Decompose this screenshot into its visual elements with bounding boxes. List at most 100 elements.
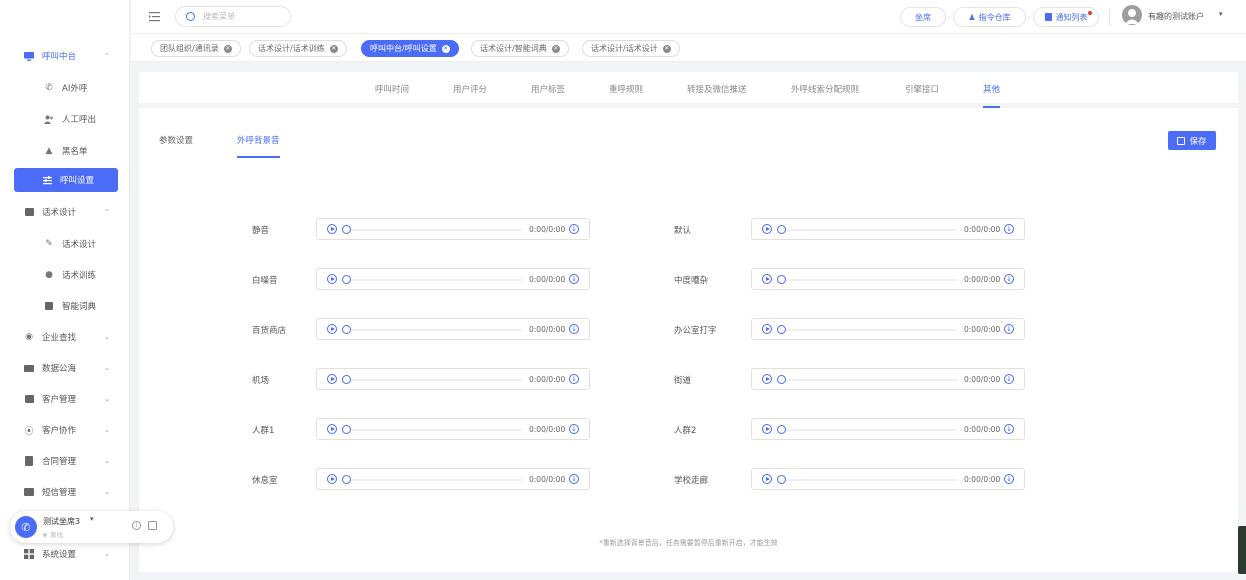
download-icon[interactable]: ↓ bbox=[569, 324, 579, 334]
sidebar-item-call-settings[interactable]: 呼叫设置 bbox=[14, 168, 118, 192]
progress-handle[interactable] bbox=[342, 475, 351, 484]
page-tab-script-training[interactable]: 话术设计/话术训练 ✕ bbox=[249, 40, 347, 57]
play-icon[interactable] bbox=[327, 424, 337, 434]
progress-track[interactable] bbox=[779, 479, 957, 481]
warning-icon: ▲ bbox=[45, 146, 53, 156]
download-icon[interactable]: ↓ bbox=[1004, 474, 1014, 484]
subtab-params[interactable]: 参数设置 bbox=[159, 134, 193, 146]
seat-button[interactable]: 坐席 bbox=[900, 7, 946, 27]
close-icon[interactable]: ✕ bbox=[329, 44, 338, 53]
progress-track[interactable] bbox=[779, 379, 957, 381]
save-button[interactable]: 保存 bbox=[1168, 131, 1216, 150]
sidebar-item-script-training[interactable]: ● 话术训练 bbox=[14, 263, 118, 287]
tab-call-time[interactable]: 呼叫时间 bbox=[375, 83, 409, 95]
progress-handle[interactable] bbox=[777, 325, 786, 334]
progress-handle[interactable] bbox=[777, 425, 786, 434]
seat-status-widget[interactable]: ✆ 测试坐席3 ▾ 离线 i bbox=[10, 511, 173, 543]
subtab-background-sound[interactable]: 外呼背景音 bbox=[237, 134, 280, 158]
play-icon[interactable] bbox=[762, 474, 772, 484]
progress-track[interactable] bbox=[779, 279, 957, 281]
sidebar-item-script-design-group[interactable]: 话术设计 ⌃ bbox=[14, 200, 118, 224]
sidebar-item-system-settings[interactable]: 系统设置 ⌄ bbox=[14, 542, 118, 566]
play-icon[interactable] bbox=[327, 224, 337, 234]
tab-transfer-wechat[interactable]: 转接及微信推送 bbox=[687, 83, 747, 95]
sidebar-item-script-design[interactable]: ✎ 话术设计 bbox=[14, 232, 118, 256]
sidebar-item-call-center[interactable]: 呼叫中台 ⌃ bbox=[14, 44, 118, 68]
progress-track[interactable] bbox=[344, 329, 522, 331]
play-icon[interactable] bbox=[327, 324, 337, 334]
progress-track[interactable] bbox=[344, 379, 522, 381]
download-icon[interactable]: ↓ bbox=[1004, 374, 1014, 384]
play-icon[interactable] bbox=[762, 274, 772, 284]
progress-track[interactable] bbox=[779, 329, 957, 331]
progress-handle[interactable] bbox=[342, 425, 351, 434]
play-icon[interactable] bbox=[762, 374, 772, 384]
download-icon[interactable]: ↓ bbox=[569, 474, 579, 484]
sidebar-item-data-sea[interactable]: 数据公海 ⌄ bbox=[14, 356, 118, 380]
download-icon[interactable]: ↓ bbox=[569, 424, 579, 434]
play-icon[interactable] bbox=[762, 224, 772, 234]
play-icon[interactable] bbox=[762, 424, 772, 434]
close-icon[interactable]: ✕ bbox=[662, 44, 671, 53]
play-icon[interactable] bbox=[327, 274, 337, 284]
progress-track[interactable] bbox=[344, 229, 522, 231]
download-icon[interactable]: ↓ bbox=[569, 374, 579, 384]
page-tab-team-org[interactable]: 团队组织/通讯录 ✕ bbox=[151, 40, 241, 57]
play-icon[interactable] bbox=[327, 474, 337, 484]
caret-down-icon[interactable]: ▾ bbox=[1219, 10, 1223, 18]
command-repo-button[interactable]: ♟ 指令仓库 bbox=[953, 7, 1026, 27]
tab-other[interactable]: 其他 bbox=[983, 83, 1001, 108]
sidebar-item-company-search[interactable]: ◉ 企业查找 ⌄ bbox=[14, 325, 118, 349]
chevron-up-icon: ⌃ bbox=[104, 52, 110, 60]
sidebar-item-sms-mgmt[interactable]: 短信管理 ⌄ bbox=[14, 480, 118, 504]
progress-handle[interactable] bbox=[342, 325, 351, 334]
page-tab-call-settings[interactable]: 呼叫中台/呼叫设置 ✕ bbox=[361, 40, 459, 57]
sidebar-item-blacklist[interactable]: ▲ 黑名单 bbox=[14, 139, 118, 163]
close-icon[interactable]: ✕ bbox=[223, 44, 232, 53]
progress-handle[interactable] bbox=[777, 475, 786, 484]
progress-track[interactable] bbox=[779, 429, 957, 431]
tab-user-tags[interactable]: 用户标签 bbox=[531, 83, 565, 95]
progress-track[interactable] bbox=[344, 429, 522, 431]
progress-handle[interactable] bbox=[342, 225, 351, 234]
page-tab-smart-dict[interactable]: 话术设计/智能词典 ✕ bbox=[471, 40, 569, 57]
tab-redial-rules[interactable]: 重呼规则 bbox=[609, 83, 643, 95]
expand-icon[interactable] bbox=[148, 521, 157, 530]
sidebar-item-customer-mgmt[interactable]: 客户管理 ⌄ bbox=[14, 387, 118, 411]
play-icon[interactable] bbox=[327, 374, 337, 384]
side-volume-widget[interactable] bbox=[1238, 526, 1246, 574]
download-icon[interactable]: ↓ bbox=[569, 224, 579, 234]
account-name[interactable]: 有趣的测试账户 bbox=[1148, 11, 1204, 22]
sidebar-item-manual-call[interactable]: 人工呼出 bbox=[14, 107, 118, 131]
tab-engine-api[interactable]: 引擎接口 bbox=[905, 83, 939, 95]
avatar[interactable] bbox=[1122, 5, 1142, 25]
page-tab-script-design[interactable]: 话术设计/话术设计 ✕ bbox=[582, 40, 680, 57]
progress-handle[interactable] bbox=[342, 275, 351, 284]
progress-track[interactable] bbox=[344, 279, 522, 281]
sidebar-item-ai-call[interactable]: ✆ AI外呼 bbox=[14, 76, 118, 100]
progress-track[interactable] bbox=[344, 479, 522, 481]
close-icon[interactable]: ✕ bbox=[441, 44, 450, 53]
download-icon[interactable]: ↓ bbox=[1004, 224, 1014, 234]
info-icon[interactable]: i bbox=[132, 521, 141, 530]
download-icon[interactable]: ↓ bbox=[569, 274, 579, 284]
sidebar-item-customer-collab[interactable]: ⦿ 客户协作 ⌄ bbox=[14, 418, 118, 442]
play-icon[interactable] bbox=[762, 324, 772, 334]
download-icon[interactable]: ↓ bbox=[1004, 324, 1014, 334]
search-input[interactable]: 搜索菜单 bbox=[175, 6, 291, 27]
download-icon[interactable]: ↓ bbox=[1004, 424, 1014, 434]
download-icon[interactable]: ↓ bbox=[1004, 274, 1014, 284]
tab-user-score[interactable]: 用户评分 bbox=[453, 83, 487, 95]
progress-handle[interactable] bbox=[777, 375, 786, 384]
sidebar-item-contract-mgmt[interactable]: 合同管理 ⌄ bbox=[14, 449, 118, 473]
sidebar-item-smart-dict[interactable]: 智能词典 bbox=[14, 294, 118, 318]
progress-track[interactable] bbox=[779, 229, 957, 231]
caret-down-icon[interactable]: ▾ bbox=[90, 515, 94, 523]
close-icon[interactable]: ✕ bbox=[551, 44, 560, 53]
notify-list-button[interactable]: 通知列表 bbox=[1033, 7, 1099, 27]
progress-handle[interactable] bbox=[777, 275, 786, 284]
tab-lead-assign-rules[interactable]: 外呼线索分配规则 bbox=[791, 83, 859, 95]
progress-handle[interactable] bbox=[342, 375, 351, 384]
progress-handle[interactable] bbox=[777, 225, 786, 234]
menu-collapse-icon[interactable] bbox=[149, 11, 160, 22]
